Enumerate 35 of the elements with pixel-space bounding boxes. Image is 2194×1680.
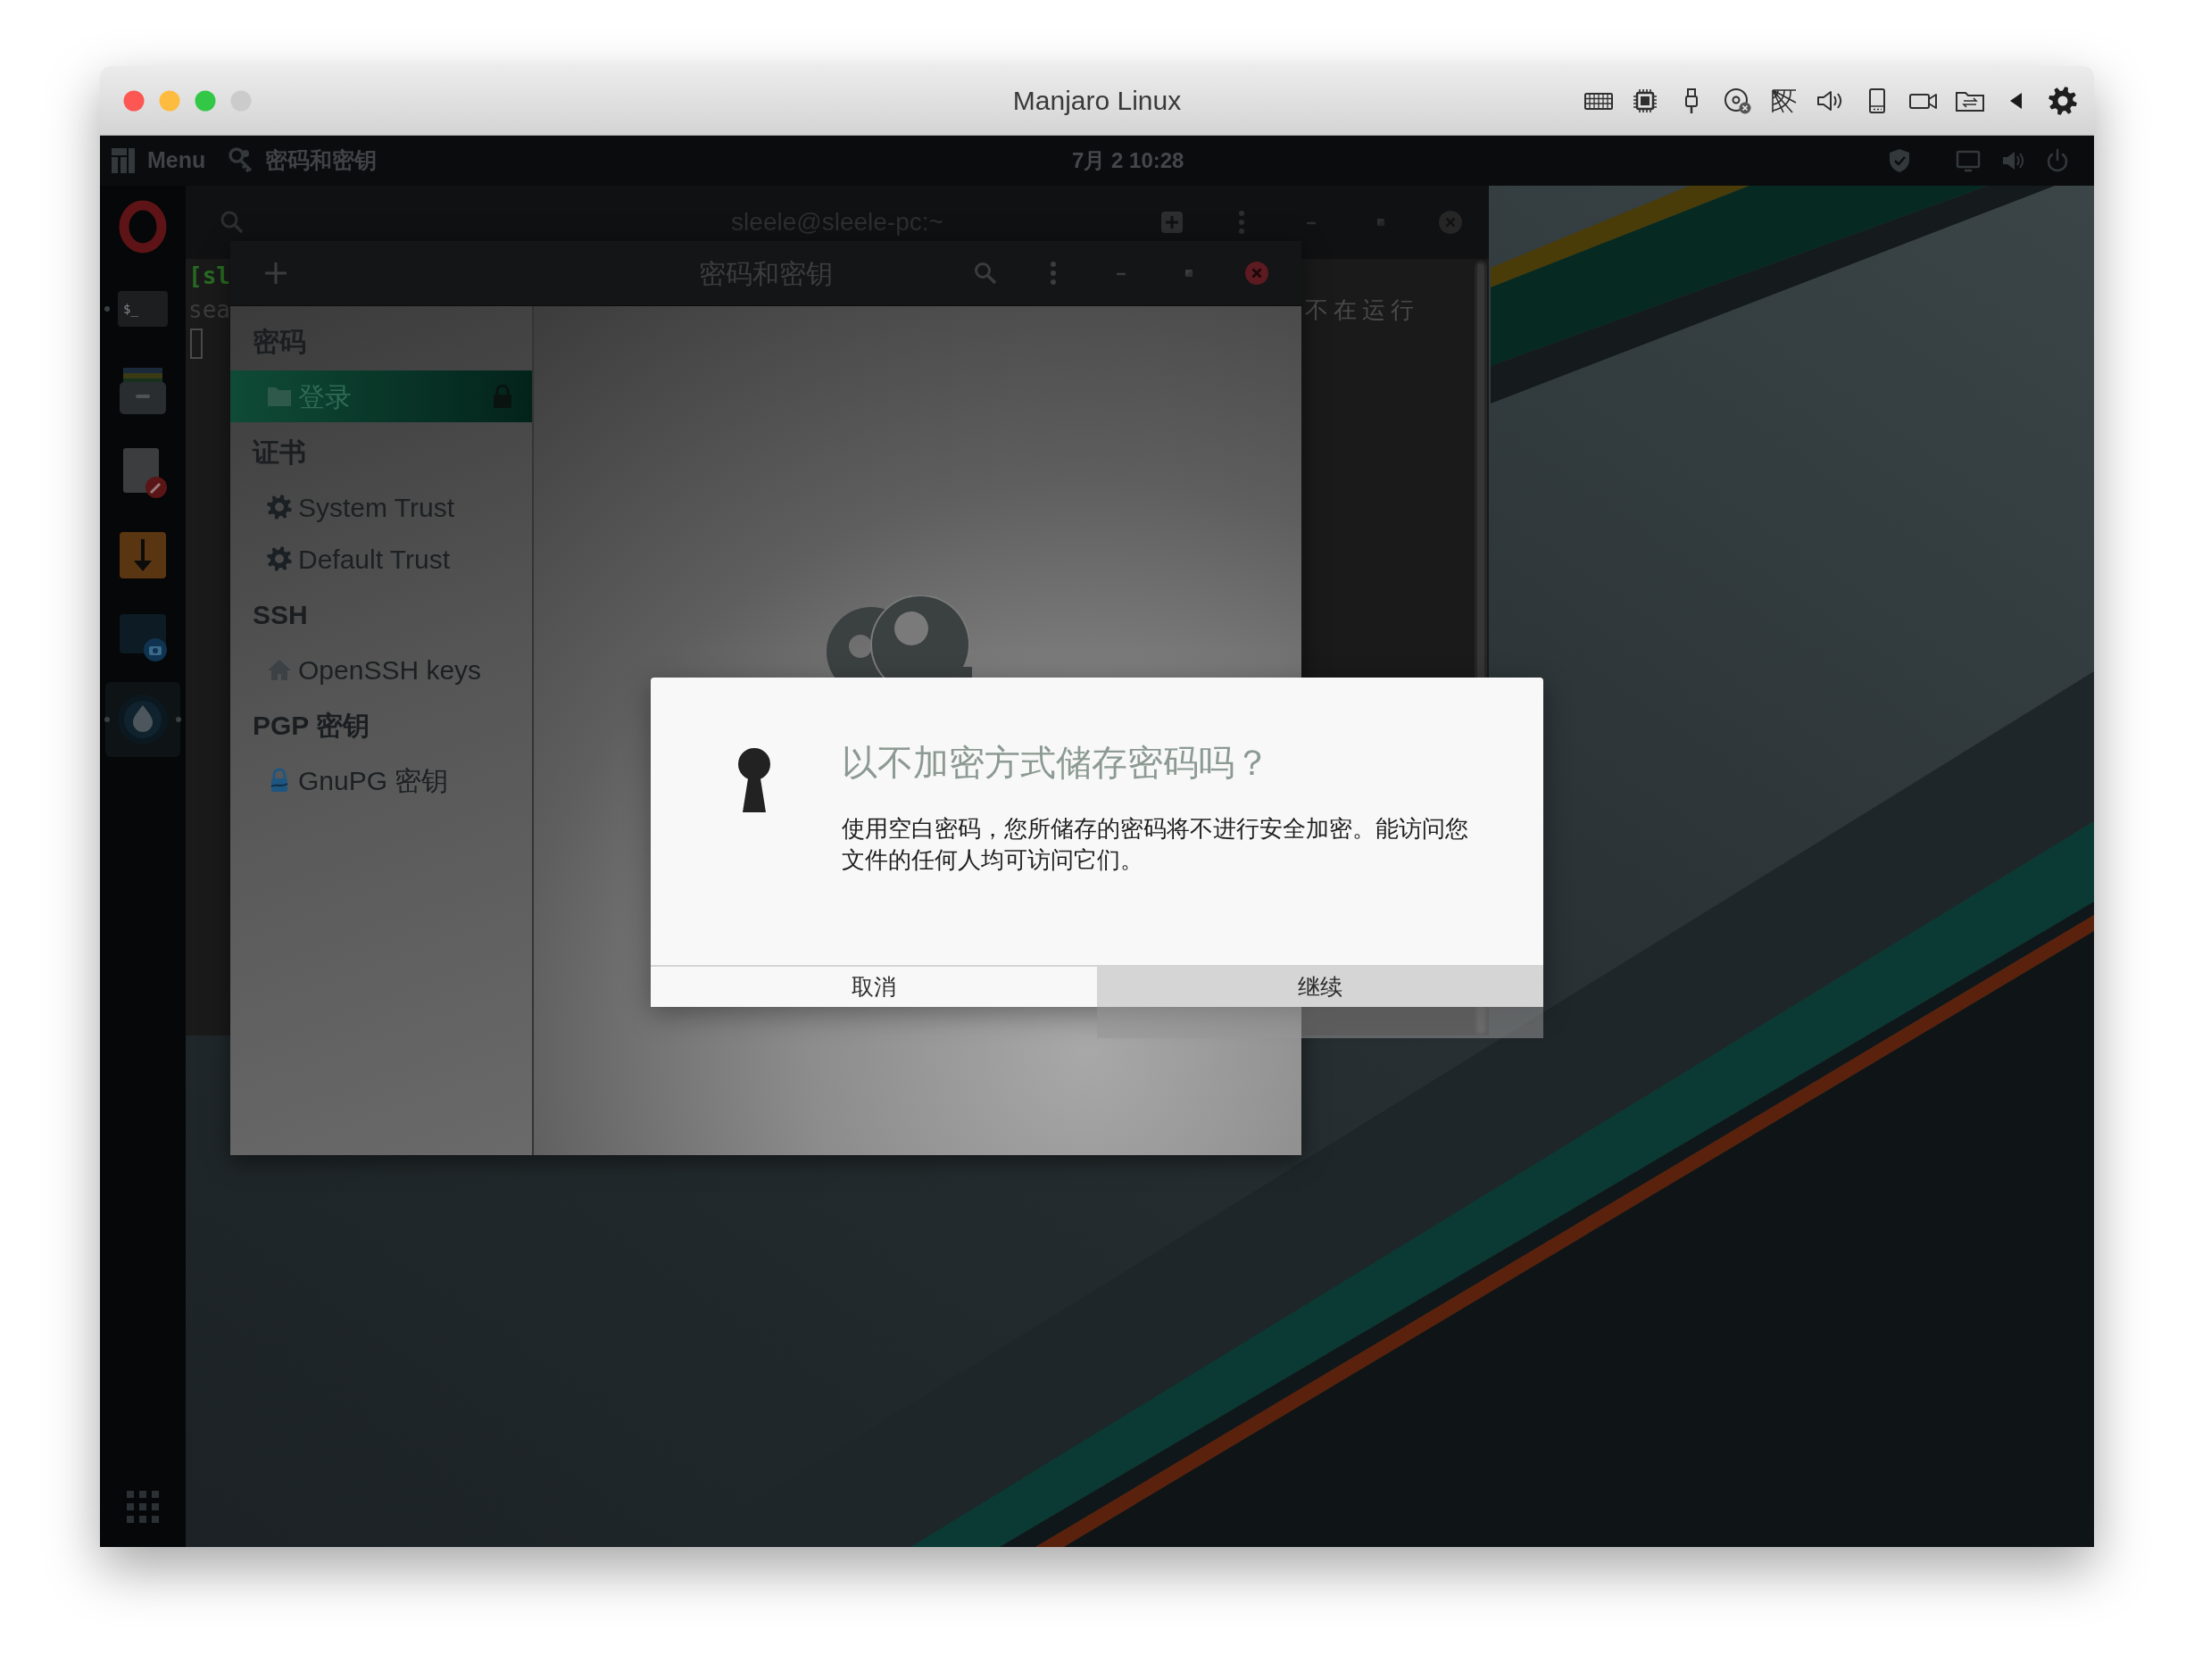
house-icon	[267, 658, 292, 681]
gear-icon	[267, 546, 292, 571]
logo-icon	[112, 148, 135, 173]
search-icon[interactable]	[974, 262, 997, 285]
drop-circle-icon[interactable]	[116, 693, 170, 746]
new-tab-icon[interactable]	[1160, 211, 1184, 234]
dialog-button[interactable]: 取消	[651, 967, 1097, 1007]
keyhole-icon	[737, 748, 771, 812]
search-icon[interactable]	[220, 210, 245, 235]
menu-button[interactable]: Menu	[112, 144, 206, 178]
clock[interactable]: 7月 2 10:28	[1072, 145, 1184, 177]
sidebar-heading: PGP 密钥	[252, 709, 371, 742]
folder-icon	[267, 385, 292, 408]
monitor-icon[interactable]	[1956, 148, 1981, 173]
sidebar-item[interactable]: OpenSSH keys	[230, 644, 532, 695]
settings-icon[interactable]	[2048, 85, 2078, 116]
plus-icon[interactable]	[263, 261, 288, 286]
apps-grid-icon[interactable]	[127, 1491, 159, 1523]
shield-icon[interactable]	[1887, 148, 1912, 173]
gear-icon	[267, 495, 292, 520]
dialog-button[interactable]: 继续	[1097, 967, 1543, 1007]
disc-icon[interactable]	[1723, 87, 1753, 114]
dialog-message: 使用空白密码，您所储存的密码将不进行安全加密。能访问您文件的任何人均可访问它们。	[842, 815, 1469, 874]
terminal-launcher[interactable]: $_	[118, 291, 168, 327]
terminal-text: [sl	[188, 262, 230, 291]
maximize-icon[interactable]	[195, 89, 216, 112]
close-icon[interactable]	[123, 89, 145, 112]
app-menu-button[interactable]: 密码和密钥	[228, 144, 378, 178]
power-icon[interactable]	[2045, 148, 2070, 173]
dialog-title: 以不加密方式储存密码吗？	[842, 742, 1271, 783]
circle-button-icon[interactable]	[230, 89, 252, 112]
minimize-icon[interactable]	[159, 89, 180, 112]
window-title: Manjaro Linux	[1012, 85, 1182, 117]
close-icon[interactable]	[1245, 262, 1268, 285]
sidebar-item[interactable]: GnuPG 密钥	[230, 754, 532, 806]
